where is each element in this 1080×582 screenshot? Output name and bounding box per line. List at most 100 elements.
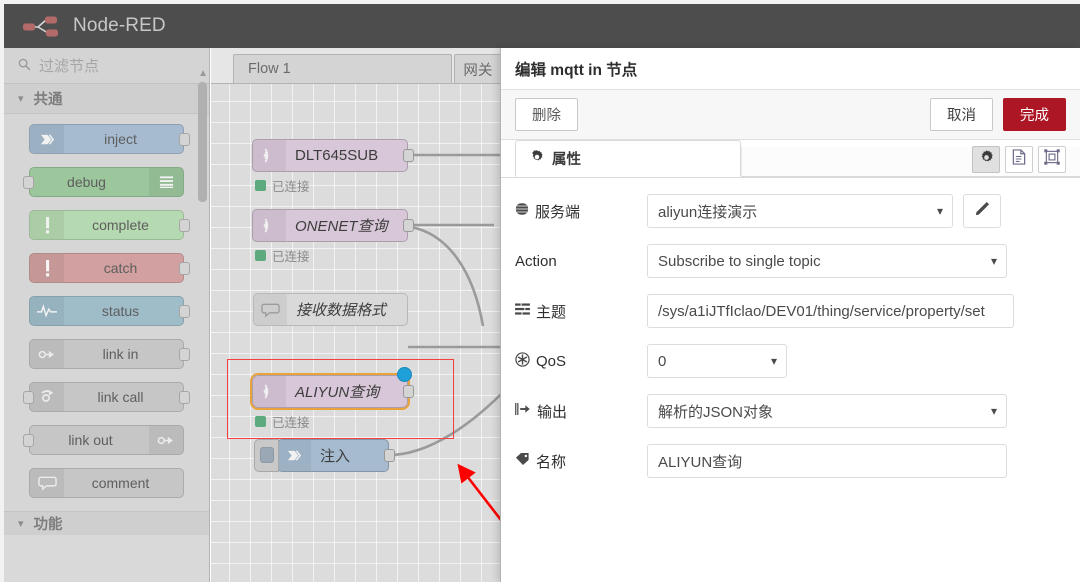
palette-node-label: complete [92, 217, 149, 233]
palette-node-label: link out [68, 432, 113, 448]
output-select[interactable]: 解析的JSON对象 ▾ [647, 394, 1007, 428]
canvas-node-label: ALIYUN查询 [295, 384, 380, 401]
server-select[interactable]: aliyun连接演示 ▾ [647, 194, 953, 228]
inject-arrow-icon [278, 440, 311, 471]
field-row-output: 输出 解析的JSON对象 ▾ [515, 394, 1066, 428]
canvas-node-comment[interactable]: 接收数据格式 [253, 293, 408, 326]
status-dot-icon [255, 250, 266, 261]
node-output-port[interactable] [179, 262, 190, 275]
cancel-button[interactable]: 取消 [930, 98, 993, 131]
palette-category-function[interactable]: ▾ 功能 [4, 511, 209, 535]
node-selected-badge-icon [397, 367, 412, 382]
node-input-port[interactable] [23, 434, 34, 447]
field-label-text: 服务端 [535, 203, 581, 221]
tab-properties[interactable]: 属性 [515, 140, 741, 177]
gear-icon [979, 149, 994, 170]
field-label-qos: QoS [515, 351, 647, 371]
tab-properties-label: 属性 [552, 152, 581, 168]
node-output-port[interactable] [403, 219, 414, 232]
field-label-text: 主题 [536, 303, 567, 321]
palette-scrollbar[interactable] [198, 82, 207, 202]
chevron-down-icon: ▾ [990, 404, 997, 418]
field-label-topic: 主题 [515, 301, 647, 322]
palette-node-label: inject [104, 131, 137, 147]
canvas-node-inject[interactable]: 注入 [254, 439, 395, 472]
status-dot-icon [255, 416, 266, 427]
node-output-port[interactable] [179, 133, 190, 146]
palette-node-debug[interactable]: debug [23, 167, 184, 197]
inject-trigger-button[interactable] [254, 439, 279, 472]
edit-node-dialog: 编辑 mqtt in 节点 删除 取消 完成 属性 服务端 aliyun连接演示… [500, 48, 1080, 582]
search-icon [18, 58, 31, 74]
node-output-port[interactable] [179, 391, 190, 404]
link-out-icon [149, 426, 183, 454]
description-doc-icon-button[interactable] [1005, 146, 1033, 173]
palette-node-link-out[interactable]: link out [23, 425, 184, 455]
name-input[interactable]: ALIYUN查询 [647, 444, 1007, 478]
node-output-port[interactable] [403, 385, 414, 398]
mqtt-wifi-icon [253, 376, 286, 407]
asterisk-icon [515, 351, 530, 371]
palette-node-status[interactable]: status [29, 296, 190, 326]
chevron-down-icon: ▾ [18, 93, 24, 105]
done-button[interactable]: 完成 [1003, 98, 1066, 131]
mqtt-wifi-icon [253, 210, 286, 241]
palette-node-list: inject debug complete catch status link … [4, 114, 209, 535]
appearance-outline-icon-button[interactable] [1038, 146, 1066, 173]
palette-node-link-call[interactable]: link call [23, 382, 190, 412]
name-input-value: ALIYUN查询 [658, 453, 743, 471]
field-row-name: 名称 ALIYUN查询 [515, 444, 1066, 478]
topic-input[interactable]: /sys/a1iJTfIclao/DEV01/thing/service/pro… [647, 294, 1014, 328]
chevron-down-icon: ▾ [990, 254, 997, 268]
flow-workspace: Flow 1 网关 DLT645SUB 已连接 ONENET查询 已连接 接收数… [211, 48, 511, 582]
node-output-port[interactable] [384, 449, 395, 462]
palette-node-link-in[interactable]: link in [29, 339, 190, 369]
palette-node-label: link call [97, 389, 144, 405]
node-input-port[interactable] [23, 176, 34, 189]
palette-node-catch[interactable]: catch [29, 253, 190, 283]
field-row-qos: QoS 0 ▾ [515, 344, 1066, 378]
action-select[interactable]: Subscribe to single topic ▾ [647, 244, 1007, 278]
flow-tab-1[interactable]: Flow 1 [233, 54, 453, 83]
comment-icon [254, 294, 287, 325]
node-status-text: 已连接 [272, 180, 310, 194]
properties-gear-icon-button[interactable] [972, 146, 1000, 173]
delete-button[interactable]: 删除 [515, 98, 578, 131]
node-input-port[interactable] [23, 391, 34, 404]
node-output-port[interactable] [179, 305, 190, 318]
node-status-text: 已连接 [272, 416, 310, 430]
palette-node-complete[interactable]: complete [29, 210, 190, 240]
exclamation-icon [30, 254, 64, 282]
dialog-toolbar: 删除 取消 完成 [501, 90, 1080, 140]
canvas-node-onenet[interactable]: ONENET查询 [252, 209, 414, 242]
palette-search-placeholder: 过滤节点 [39, 58, 100, 75]
canvas-node-dlt645sub[interactable]: DLT645SUB [252, 139, 414, 172]
mqtt-wifi-icon [253, 140, 286, 171]
flow-canvas[interactable]: DLT645SUB 已连接 ONENET查询 已连接 接收数据格式 ALIYUN… [211, 84, 511, 582]
palette-scroll-up-icon[interactable]: ▲ [198, 68, 208, 79]
palette-node-label: debug [67, 174, 106, 190]
field-label-output: 输出 [515, 401, 647, 422]
palette-category-common-label: 共通 [33, 92, 63, 108]
gear-icon [530, 149, 544, 168]
node-output-port[interactable] [179, 219, 190, 232]
palette-node-comment[interactable]: comment [29, 468, 184, 498]
node-output-port[interactable] [403, 149, 414, 162]
qos-select[interactable]: 0 ▾ [647, 344, 787, 378]
field-label-text: 名称 [536, 453, 567, 471]
palette-category-common[interactable]: ▾ 共通 [4, 84, 209, 114]
comment-icon [30, 469, 64, 497]
palette-node-label: status [101, 303, 140, 319]
palette-search-row[interactable]: 过滤节点 [4, 48, 209, 84]
topic-input-value: /sys/a1iJTfIclao/DEV01/thing/service/pro… [658, 302, 985, 320]
field-row-action: Action Subscribe to single topic ▾ [515, 244, 1066, 278]
palette-node-label: link in [102, 346, 139, 362]
field-label-text: QoS [536, 352, 567, 370]
canvas-node-aliyun[interactable]: ALIYUN查询 [250, 373, 414, 410]
field-label-name: 名称 [515, 451, 647, 472]
node-output-port[interactable] [179, 348, 190, 361]
edit-server-config-button[interactable] [963, 194, 1001, 228]
field-row-server: 服务端 aliyun连接演示 ▾ [512, 194, 1066, 228]
palette-node-inject[interactable]: inject [29, 124, 190, 154]
inject-arrow-icon [30, 125, 64, 153]
